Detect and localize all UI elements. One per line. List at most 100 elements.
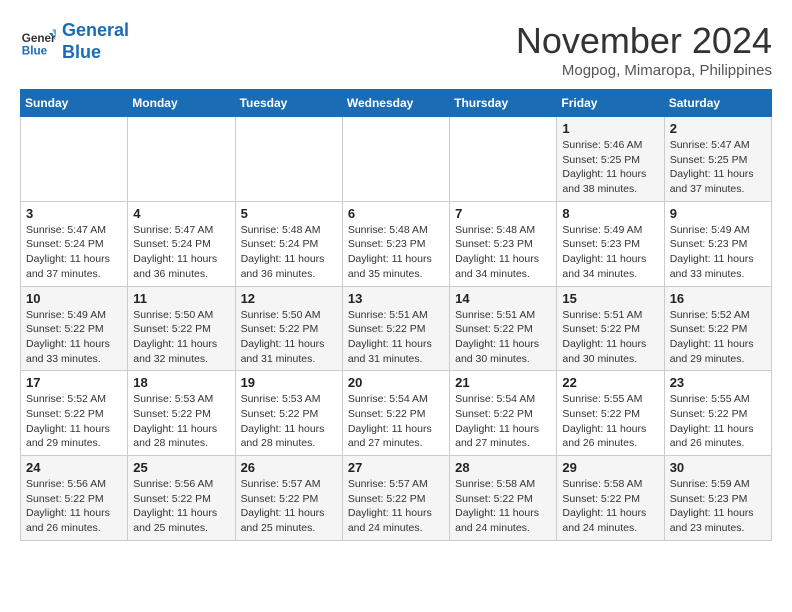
day-info: Sunrise: 5:55 AM Sunset: 5:22 PM Dayligh… [670,392,766,451]
day-number: 23 [670,375,766,390]
calendar-cell: 20 Sunrise: 5:54 AM Sunset: 5:22 PM Dayli… [342,371,449,456]
logo-general: General [62,20,129,40]
page-header: General Blue General Blue November 2024 … [20,20,772,79]
calendar-cell: 17Sunrise: 5:52 AM Sunset: 5:22 PM Dayli… [21,371,128,456]
day-info: Sunrise: 5:48 AM Sunset: 5:23 PM Dayligh… [455,223,551,282]
day-info: Sunrise: 5:59 AM Sunset: 5:23 PM Dayligh… [670,477,766,536]
day-number: 8 [562,206,658,221]
logo-icon: General Blue [20,24,56,60]
calendar-cell: 18 Sunrise: 5:53 AM Sunset: 5:22 PM Dayli… [128,371,235,456]
day-info: Sunrise: 5:46 AM Sunset: 5:25 PM Dayligh… [562,138,658,197]
calendar-cell: 14 Sunrise: 5:51 AM Sunset: 5:22 PM Dayli… [450,286,557,371]
day-info: Sunrise: 5:50 AM Sunset: 5:22 PM Dayligh… [241,308,337,367]
calendar-cell: 5 Sunrise: 5:48 AM Sunset: 5:24 PM Daylig… [235,201,342,286]
day-info: Sunrise: 5:47 AM Sunset: 5:25 PM Dayligh… [670,138,766,197]
calendar-cell: 11 Sunrise: 5:50 AM Sunset: 5:22 PM Dayli… [128,286,235,371]
day-info: Sunrise: 5:50 AM Sunset: 5:22 PM Dayligh… [133,308,229,367]
calendar-cell: 3 Sunrise: 5:47 AM Sunset: 5:24 PM Daylig… [21,201,128,286]
logo: General Blue General Blue [20,20,129,63]
weekday-header: Tuesday [235,90,342,117]
calendar-cell: 26 Sunrise: 5:57 AM Sunset: 5:22 PM Dayli… [235,456,342,541]
day-number: 22 [562,375,658,390]
calendar-cell [450,117,557,202]
calendar-cell [21,117,128,202]
calendar-cell: 4Sunrise: 5:47 AM Sunset: 5:24 PM Daylig… [128,201,235,286]
calendar-cell [342,117,449,202]
day-number: 5 [241,206,337,221]
day-number: 4 [133,206,229,221]
calendar-cell: 16 Sunrise: 5:52 AM Sunset: 5:22 PM Dayli… [664,286,771,371]
day-number: 29 [562,460,658,475]
day-info: Sunrise: 5:52 AM Sunset: 5:22 PM Dayligh… [670,308,766,367]
day-number: 27 [348,460,444,475]
calendar-cell: 30Sunrise: 5:59 AM Sunset: 5:23 PM Dayli… [664,456,771,541]
day-number: 14 [455,291,551,306]
day-number: 25 [133,460,229,475]
calendar-cell: 8 Sunrise: 5:49 AM Sunset: 5:23 PM Daylig… [557,201,664,286]
calendar-week-row: 17Sunrise: 5:52 AM Sunset: 5:22 PM Dayli… [21,371,772,456]
calendar-week-row: 3 Sunrise: 5:47 AM Sunset: 5:24 PM Daylig… [21,201,772,286]
day-number: 15 [562,291,658,306]
calendar-week-row: 10 Sunrise: 5:49 AM Sunset: 5:22 PM Dayli… [21,286,772,371]
day-number: 7 [455,206,551,221]
calendar-cell: 2 Sunrise: 5:47 AM Sunset: 5:25 PM Daylig… [664,117,771,202]
day-number: 10 [26,291,122,306]
day-number: 21 [455,375,551,390]
svg-text:Blue: Blue [22,44,48,57]
day-info: Sunrise: 5:53 AM Sunset: 5:22 PM Dayligh… [241,392,337,451]
day-info: Sunrise: 5:53 AM Sunset: 5:22 PM Dayligh… [133,392,229,451]
day-info: Sunrise: 5:52 AM Sunset: 5:22 PM Dayligh… [26,392,122,451]
day-number: 18 [133,375,229,390]
day-number: 28 [455,460,551,475]
calendar-cell: 28Sunrise: 5:58 AM Sunset: 5:22 PM Dayli… [450,456,557,541]
calendar-cell: 9Sunrise: 5:49 AM Sunset: 5:23 PM Daylig… [664,201,771,286]
calendar-cell: 23 Sunrise: 5:55 AM Sunset: 5:22 PM Dayli… [664,371,771,456]
calendar-cell: 21Sunrise: 5:54 AM Sunset: 5:22 PM Dayli… [450,371,557,456]
calendar-cell: 10 Sunrise: 5:49 AM Sunset: 5:22 PM Dayli… [21,286,128,371]
day-number: 2 [670,121,766,136]
day-info: Sunrise: 5:58 AM Sunset: 5:22 PM Dayligh… [562,477,658,536]
calendar-cell: 25Sunrise: 5:56 AM Sunset: 5:22 PM Dayli… [128,456,235,541]
calendar-week-row: 24Sunrise: 5:56 AM Sunset: 5:22 PM Dayli… [21,456,772,541]
calendar-cell: 29 Sunrise: 5:58 AM Sunset: 5:22 PM Dayli… [557,456,664,541]
calendar-cell: 13Sunrise: 5:51 AM Sunset: 5:22 PM Dayli… [342,286,449,371]
day-info: Sunrise: 5:51 AM Sunset: 5:22 PM Dayligh… [348,308,444,367]
day-number: 20 [348,375,444,390]
day-info: Sunrise: 5:54 AM Sunset: 5:22 PM Dayligh… [348,392,444,451]
day-number: 3 [26,206,122,221]
day-info: Sunrise: 5:49 AM Sunset: 5:23 PM Dayligh… [670,223,766,282]
day-info: Sunrise: 5:48 AM Sunset: 5:23 PM Dayligh… [348,223,444,282]
day-info: Sunrise: 5:51 AM Sunset: 5:22 PM Dayligh… [455,308,551,367]
day-number: 19 [241,375,337,390]
day-number: 11 [133,291,229,306]
day-info: Sunrise: 5:49 AM Sunset: 5:23 PM Dayligh… [562,223,658,282]
day-number: 12 [241,291,337,306]
calendar-cell: 15 Sunrise: 5:51 AM Sunset: 5:22 PM Dayli… [557,286,664,371]
calendar-table: SundayMondayTuesdayWednesdayThursdayFrid… [20,89,772,541]
day-number: 26 [241,460,337,475]
location: Mogpog, Mimaropa, Philippines [516,62,772,79]
logo-text: General Blue [62,20,129,63]
calendar-cell [235,117,342,202]
weekday-header: Wednesday [342,90,449,117]
day-info: Sunrise: 5:49 AM Sunset: 5:22 PM Dayligh… [26,308,122,367]
day-info: Sunrise: 5:47 AM Sunset: 5:24 PM Dayligh… [26,223,122,282]
calendar-body: 1 Sunrise: 5:46 AM Sunset: 5:25 PM Daylig… [21,117,772,541]
day-number: 1 [562,121,658,136]
header-row: SundayMondayTuesdayWednesdayThursdayFrid… [21,90,772,117]
calendar-cell: 12 Sunrise: 5:50 AM Sunset: 5:22 PM Dayli… [235,286,342,371]
calendar-cell: 19 Sunrise: 5:53 AM Sunset: 5:22 PM Dayli… [235,371,342,456]
calendar-cell [128,117,235,202]
calendar-cell: 7 Sunrise: 5:48 AM Sunset: 5:23 PM Daylig… [450,201,557,286]
calendar-cell: 24Sunrise: 5:56 AM Sunset: 5:22 PM Dayli… [21,456,128,541]
day-info: Sunrise: 5:57 AM Sunset: 5:22 PM Dayligh… [241,477,337,536]
weekday-header: Saturday [664,90,771,117]
calendar-week-row: 1 Sunrise: 5:46 AM Sunset: 5:25 PM Daylig… [21,117,772,202]
day-number: 16 [670,291,766,306]
calendar-cell: 22 Sunrise: 5:55 AM Sunset: 5:22 PM Dayli… [557,371,664,456]
day-info: Sunrise: 5:55 AM Sunset: 5:22 PM Dayligh… [562,392,658,451]
day-info: Sunrise: 5:48 AM Sunset: 5:24 PM Dayligh… [241,223,337,282]
day-info: Sunrise: 5:57 AM Sunset: 5:22 PM Dayligh… [348,477,444,536]
day-number: 6 [348,206,444,221]
day-info: Sunrise: 5:51 AM Sunset: 5:22 PM Dayligh… [562,308,658,367]
